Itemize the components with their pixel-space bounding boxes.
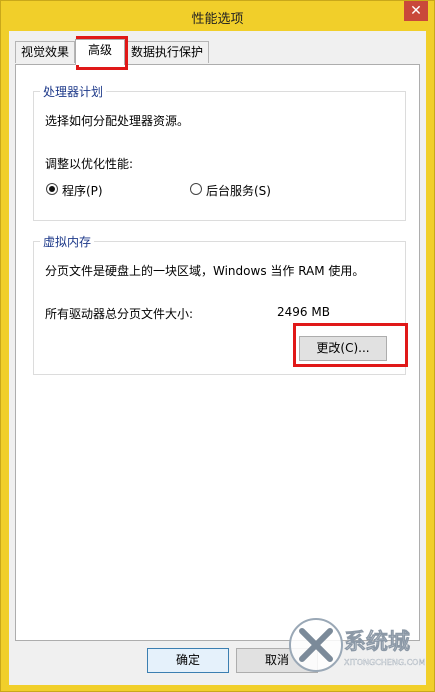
programs-label[interactable]: 程序(P) [62, 182, 103, 199]
adjust-performance-label: 调整以优化性能: [45, 157, 134, 171]
watermark-logo: 系统城 XITONGCHENG.COM [289, 618, 426, 672]
virtual-memory-group: 虚拟内存 分页文件是硬盘上的一块区域，Windows 当作 RAM 使用。 所有… [33, 233, 406, 375]
dialog-client: 视觉效果 高级 数据执行保护 处理器计划 选择如何分配处理器资源。 调整以优化性… [9, 31, 426, 685]
total-paging-value: 2496 MB [277, 305, 330, 319]
watermark-subtext: XITONGCHENG.COM [344, 658, 425, 667]
programs-radio[interactable] [46, 183, 58, 195]
title-bar[interactable]: 性能选项 ✕ [1, 1, 434, 31]
close-button[interactable]: ✕ [404, 1, 428, 21]
background-services-radio[interactable] [190, 183, 202, 195]
processor-scheduling-legend: 处理器计划 [40, 83, 107, 100]
virtual-memory-description: 分页文件是硬盘上的一块区域，Windows 当作 RAM 使用。 [45, 264, 365, 278]
background-services-label[interactable]: 后台服务(S) [206, 182, 271, 199]
tab-visual-effects[interactable]: 视觉效果 [15, 41, 75, 63]
watermark-text: 系统城 [344, 629, 410, 655]
virtual-memory-legend: 虚拟内存 [40, 233, 95, 250]
change-button[interactable]: 更改(C)... [299, 336, 387, 361]
ok-button[interactable]: 确定 [147, 648, 229, 673]
advanced-tab-panel: 处理器计划 选择如何分配处理器资源。 调整以优化性能: 程序(P) 后台服务(S… [15, 64, 420, 641]
processor-description: 选择如何分配处理器资源。 [45, 114, 190, 128]
tab-dep[interactable]: 数据执行保护 [125, 41, 209, 63]
total-paging-label: 所有驱动器总分页文件大小: [45, 307, 194, 321]
tab-advanced[interactable]: 高级 [75, 39, 125, 65]
processor-scheduling-group: 处理器计划 选择如何分配处理器资源。 调整以优化性能: 程序(P) 后台服务(S… [33, 83, 406, 221]
performance-options-dialog: 性能选项 ✕ 视觉效果 高级 数据执行保护 处理器计划 选择如何分配处理器资源。… [0, 0, 435, 692]
window-title: 性能选项 [191, 12, 244, 27]
